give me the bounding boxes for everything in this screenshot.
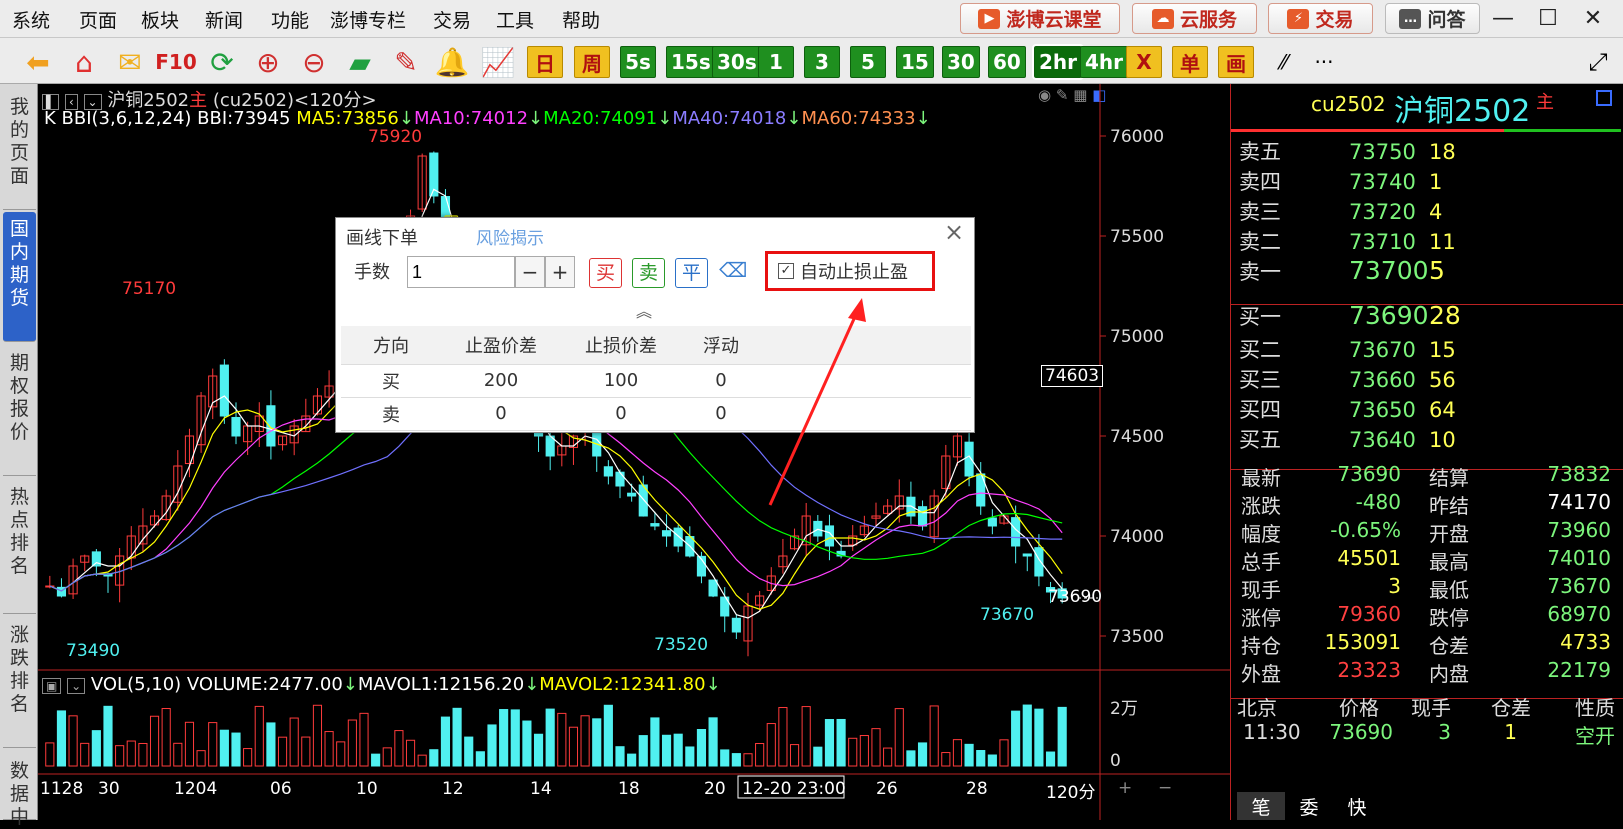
contract-name-label: 沪铜2502 bbox=[1394, 94, 1531, 129]
stat-value: 68970 bbox=[1547, 602, 1611, 626]
order-book-row[interactable]: 买一 7369028 bbox=[1239, 301, 1461, 331]
bid-ask-ratio-bar bbox=[1231, 129, 1621, 132]
contract-code-label: cu2502 bbox=[1311, 92, 1386, 116]
level-name: 买四 bbox=[1239, 398, 1281, 422]
level-price: 73640 bbox=[1349, 428, 1416, 452]
stat-label: 昨结 bbox=[1429, 494, 1469, 518]
stat-value: 73832 bbox=[1547, 462, 1611, 486]
order-book-row[interactable]: 卖三 73720 4 bbox=[1239, 196, 1442, 226]
tick-header: 仓差 bbox=[1491, 696, 1531, 720]
level-price: 73650 bbox=[1349, 398, 1416, 422]
order-book-row[interactable]: 卖一 737005 bbox=[1239, 256, 1445, 286]
stat-label: 持仓 bbox=[1241, 634, 1281, 658]
tick-header: 性质 bbox=[1575, 696, 1615, 720]
stat-label: 最新 bbox=[1241, 466, 1281, 490]
level-qty: 4 bbox=[1429, 200, 1443, 224]
level-price: 73710 bbox=[1349, 230, 1416, 254]
level-price: 73700 bbox=[1349, 256, 1429, 285]
main-tag: 主 bbox=[1536, 92, 1554, 113]
stat-value: 45501 bbox=[1337, 546, 1401, 570]
level-qty: 15 bbox=[1429, 338, 1456, 362]
stat-value: 73960 bbox=[1547, 518, 1611, 542]
level-price: 73750 bbox=[1349, 140, 1416, 164]
level-qty: 10 bbox=[1429, 428, 1456, 452]
stat-value: 4733 bbox=[1560, 630, 1611, 654]
stat-label: 最低 bbox=[1429, 578, 1469, 602]
level-qty: 28 bbox=[1429, 301, 1461, 330]
level-name: 买三 bbox=[1239, 368, 1281, 392]
stat-value: 153091 bbox=[1324, 630, 1401, 654]
stat-value: 3 bbox=[1388, 574, 1401, 598]
order-book-row[interactable]: 买四 73650 64 bbox=[1239, 394, 1456, 424]
level-price: 73670 bbox=[1349, 338, 1416, 362]
stat-label: 涨停 bbox=[1241, 606, 1281, 630]
level-name: 买五 bbox=[1239, 428, 1281, 452]
level-name: 卖二 bbox=[1239, 230, 1281, 254]
level-name: 买二 bbox=[1239, 338, 1281, 362]
tick-cell: 空开 bbox=[1575, 724, 1615, 748]
level-qty: 11 bbox=[1429, 230, 1456, 254]
tick-cell: 11:30 bbox=[1243, 720, 1301, 744]
tick-cell: 73690 bbox=[1329, 720, 1393, 744]
bottom-tab-1[interactable]: 委 bbox=[1285, 792, 1333, 820]
bottom-tab-0[interactable]: 笔 bbox=[1237, 792, 1285, 820]
order-book-row[interactable]: 卖五 73750 18 bbox=[1239, 136, 1456, 166]
stat-label: 外盘 bbox=[1241, 662, 1281, 686]
stat-value: -0.65% bbox=[1330, 518, 1401, 542]
stat-label: 开盘 bbox=[1429, 522, 1469, 546]
level-name: 卖五 bbox=[1239, 140, 1281, 164]
level-name: 卖三 bbox=[1239, 200, 1281, 224]
level-name: 买一 bbox=[1239, 305, 1281, 329]
level-name: 卖四 bbox=[1239, 170, 1281, 194]
order-book-row[interactable]: 买三 73660 56 bbox=[1239, 364, 1456, 394]
order-book-row[interactable]: 买二 73670 15 bbox=[1239, 334, 1456, 364]
level-qty: 56 bbox=[1429, 368, 1456, 392]
level-price: 73740 bbox=[1349, 170, 1416, 194]
order-book-row[interactable]: 买五 73640 10 bbox=[1239, 424, 1456, 454]
stat-value: 22179 bbox=[1547, 658, 1611, 682]
stat-value: -480 bbox=[1355, 490, 1401, 514]
stat-label: 跌停 bbox=[1429, 606, 1469, 630]
stat-label: 现手 bbox=[1241, 578, 1281, 602]
tick-header: 现手 bbox=[1411, 696, 1451, 720]
stat-value: 74170 bbox=[1547, 490, 1611, 514]
level-name: 卖一 bbox=[1239, 260, 1281, 284]
tick-cell: 3 bbox=[1438, 720, 1451, 744]
level-price: 73720 bbox=[1349, 200, 1416, 224]
stat-label: 总手 bbox=[1241, 550, 1281, 574]
stat-value: 74010 bbox=[1547, 546, 1611, 570]
stat-value: 73690 bbox=[1337, 462, 1401, 486]
level-price: 73690 bbox=[1349, 301, 1429, 330]
stat-value: 73670 bbox=[1547, 574, 1611, 598]
stat-label: 涨跌 bbox=[1241, 494, 1281, 518]
stat-label: 内盘 bbox=[1429, 662, 1469, 686]
level-qty: 64 bbox=[1429, 398, 1456, 422]
level-price: 73660 bbox=[1349, 368, 1416, 392]
quote-panel: cu2502 沪铜2502 主 卖五 73750 18 卖四 73740 1 卖三 73720… bbox=[1230, 84, 1623, 820]
stat-label: 结算 bbox=[1429, 466, 1469, 490]
level-qty: 5 bbox=[1429, 256, 1445, 285]
stat-label: 幅度 bbox=[1241, 522, 1281, 546]
stat-value: 79360 bbox=[1337, 602, 1401, 626]
tick-cell: 1 bbox=[1504, 720, 1517, 744]
stat-label: 仓差 bbox=[1429, 634, 1469, 658]
tick-header: 价格 bbox=[1339, 696, 1379, 720]
level-qty: 18 bbox=[1429, 140, 1456, 164]
stat-label: 最高 bbox=[1429, 550, 1469, 574]
stat-value: 23323 bbox=[1337, 658, 1401, 682]
tick-header: 北京 bbox=[1237, 696, 1277, 720]
level-qty: 1 bbox=[1429, 170, 1443, 194]
order-book-row[interactable]: 卖四 73740 1 bbox=[1239, 166, 1442, 196]
bottom-tab-2[interactable]: 快 bbox=[1333, 792, 1381, 820]
panel-toggle-icon[interactable] bbox=[1596, 90, 1612, 106]
order-book-row[interactable]: 卖二 73710 11 bbox=[1239, 226, 1456, 256]
